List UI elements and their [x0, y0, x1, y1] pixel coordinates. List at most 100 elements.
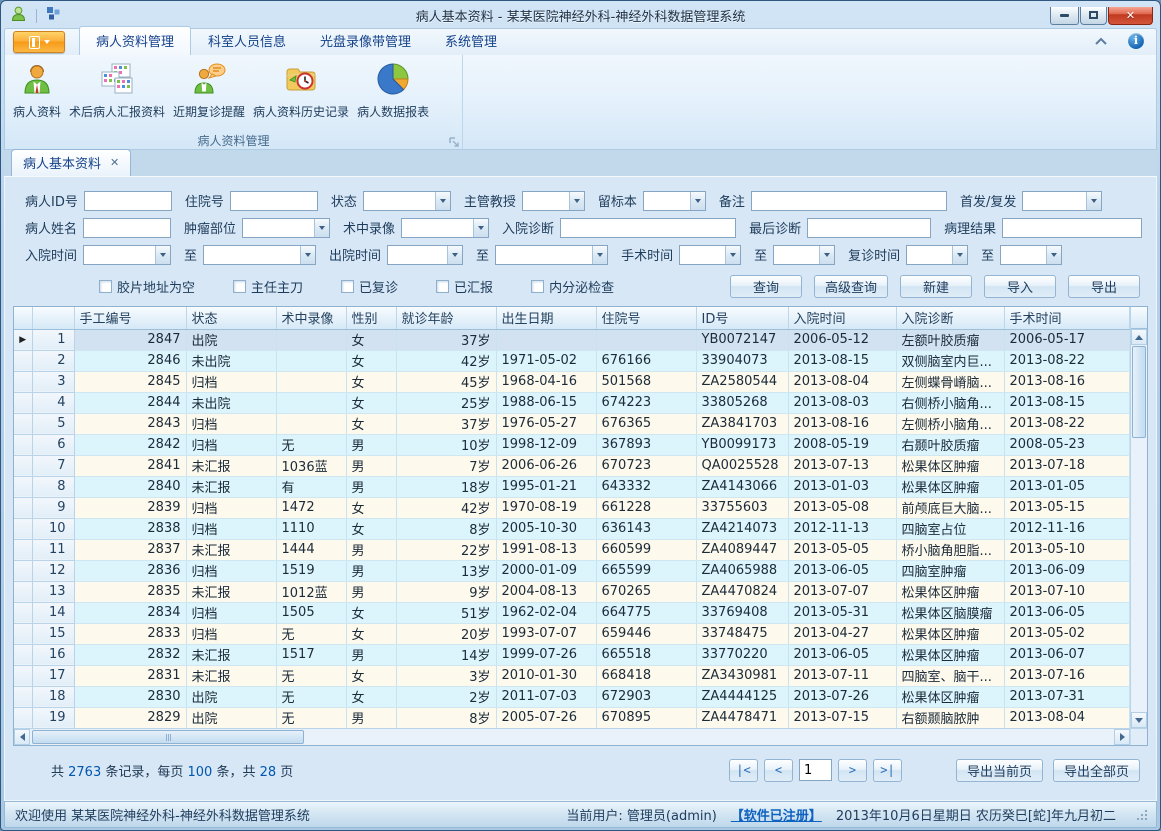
cell[interactable]: 2013-07-18 [1004, 455, 1130, 476]
admission-date-from-combo[interactable] [83, 245, 171, 265]
cell[interactable]: 2013-07-31 [1004, 686, 1130, 707]
scroll-up-icon[interactable] [1131, 329, 1147, 345]
chevron-down-icon[interactable] [155, 246, 170, 264]
table-row[interactable]: 102838归档1110女8岁2005-10-30636143ZA4214073… [14, 518, 1130, 539]
last-page-button[interactable]: >| [873, 759, 902, 782]
cell[interactable]: 2847 [74, 329, 186, 350]
cell[interactable]: 2013-08-04 [1004, 707, 1130, 728]
cell[interactable]: 前颅底巨大脑... [896, 497, 1004, 518]
column-header-1[interactable]: 状态 [186, 307, 276, 329]
cell[interactable]: 42岁 [396, 497, 496, 518]
tab-close-icon[interactable]: ✕ [110, 157, 119, 168]
cell[interactable]: 无 [276, 434, 346, 455]
cell[interactable]: 归档 [186, 413, 276, 434]
cell[interactable]: 无 [276, 623, 346, 644]
cell[interactable]: 2829 [74, 707, 186, 728]
cell[interactable]: 1999-07-26 [496, 644, 596, 665]
cell[interactable]: 670265 [596, 581, 696, 602]
close-button[interactable]: ✕ [1108, 7, 1153, 25]
cell[interactable] [596, 329, 696, 350]
chevron-down-icon[interactable] [690, 192, 705, 210]
vertical-scroll-track[interactable] [1131, 438, 1147, 712]
cell[interactable]: 女 [346, 518, 396, 539]
export-all-pages-button[interactable]: 导出全部页 [1053, 759, 1140, 782]
cell[interactable]: 未汇报 [186, 581, 276, 602]
ribbon-tab-3[interactable]: 系统管理 [428, 26, 514, 55]
cell[interactable]: 未汇报 [186, 665, 276, 686]
cell[interactable]: 未出院 [186, 392, 276, 413]
column-header-2[interactable]: 术中录像 [276, 307, 346, 329]
chief-professor-combo[interactable] [522, 191, 585, 211]
cell[interactable]: 2844 [74, 392, 186, 413]
scroll-right-icon[interactable] [1114, 729, 1130, 745]
scroll-left-icon[interactable] [14, 729, 30, 745]
table-row[interactable]: 62842归档无男10岁1998-12-09367893YB0099173200… [14, 434, 1130, 455]
cell[interactable]: 501568 [596, 371, 696, 392]
ribbon-button-4[interactable]: 病人数据报表 [353, 58, 433, 122]
column-header-3[interactable]: 性别 [346, 307, 396, 329]
cell[interactable]: 674223 [596, 392, 696, 413]
cell[interactable]: 归档 [186, 434, 276, 455]
cell[interactable]: QA0025528 [696, 455, 788, 476]
cell[interactable]: 松果体区肿瘤 [896, 581, 1004, 602]
cell[interactable]: 男 [346, 581, 396, 602]
cell[interactable]: 10岁 [396, 434, 496, 455]
cell[interactable]: 33755603 [696, 497, 788, 518]
resize-grip-icon[interactable] [1136, 809, 1148, 821]
cell[interactable]: 665518 [596, 644, 696, 665]
ribbon-button-0[interactable]: 病人资料 [9, 58, 65, 122]
cell[interactable]: 2000-01-09 [496, 560, 596, 581]
table-row[interactable]: 172831未汇报无女3岁2010-01-30668418ZA343098120… [14, 665, 1130, 686]
cell[interactable]: 男 [346, 434, 396, 455]
cell[interactable]: 1517 [276, 644, 346, 665]
cell[interactable]: 2843 [74, 413, 186, 434]
surgery-date-from-combo[interactable] [679, 245, 741, 265]
cell[interactable]: 女 [346, 392, 396, 413]
discharge-date-from-combo[interactable] [387, 245, 463, 265]
cell[interactable]: 2010-01-30 [496, 665, 596, 686]
cell[interactable]: 女 [346, 413, 396, 434]
cell[interactable]: 女 [346, 350, 396, 371]
cell[interactable]: ZA3841703 [696, 413, 788, 434]
admission-no-input[interactable] [230, 191, 318, 211]
column-header-7[interactable]: ID号 [696, 307, 788, 329]
checkbox-icon[interactable] [233, 280, 246, 293]
admission-date-to-combo[interactable] [203, 245, 316, 265]
collapse-ribbon-icon[interactable] [1094, 31, 1108, 50]
cell[interactable]: 出院 [186, 686, 276, 707]
cell[interactable]: 2013-05-02 [1004, 623, 1130, 644]
vertical-scrollbar[interactable] [1130, 307, 1147, 728]
cell[interactable]: 归档 [186, 602, 276, 623]
cell[interactable]: 670723 [596, 455, 696, 476]
cell[interactable]: 未汇报 [186, 539, 276, 560]
cell[interactable]: 2005-07-26 [496, 707, 596, 728]
final-diagnosis-input[interactable] [807, 218, 931, 238]
cell[interactable]: 1036蓝 [276, 455, 346, 476]
cell[interactable]: 有 [276, 476, 346, 497]
cell[interactable]: 2013-06-07 [1004, 644, 1130, 665]
dialog-launcher-icon[interactable] [449, 136, 459, 146]
table-row[interactable]: 132835未汇报1012蓝男9岁2004-08-13670265ZA44708… [14, 581, 1130, 602]
cell[interactable]: 1110 [276, 518, 346, 539]
checkbox-icon[interactable] [99, 280, 112, 293]
cell[interactable] [276, 413, 346, 434]
cell[interactable]: 无 [276, 686, 346, 707]
prev-page-button[interactable]: < [764, 759, 793, 782]
admission-diagnosis-input[interactable] [560, 218, 736, 238]
query-button[interactable]: 查询 [730, 275, 802, 298]
cell[interactable]: 四脑室肿瘤 [896, 560, 1004, 581]
cell[interactable]: 1970-08-19 [496, 497, 596, 518]
chevron-down-icon[interactable] [1086, 192, 1101, 210]
cell[interactable]: 664775 [596, 602, 696, 623]
cell[interactable]: 归档 [186, 371, 276, 392]
cell[interactable]: 33904073 [696, 350, 788, 371]
cell[interactable]: ZA4444125 [696, 686, 788, 707]
export-button[interactable]: 导出 [1068, 275, 1140, 298]
cell[interactable]: 右侧桥小脑角... [896, 392, 1004, 413]
cell[interactable]: 左侧蝶骨嵴脑... [896, 371, 1004, 392]
cell[interactable]: 2013-05-08 [788, 497, 896, 518]
cell[interactable]: 2013-07-10 [1004, 581, 1130, 602]
cell[interactable]: 右颞叶胶质瘤 [896, 434, 1004, 455]
column-header-8[interactable]: 入院时间 [788, 307, 896, 329]
cell[interactable]: 无 [276, 707, 346, 728]
